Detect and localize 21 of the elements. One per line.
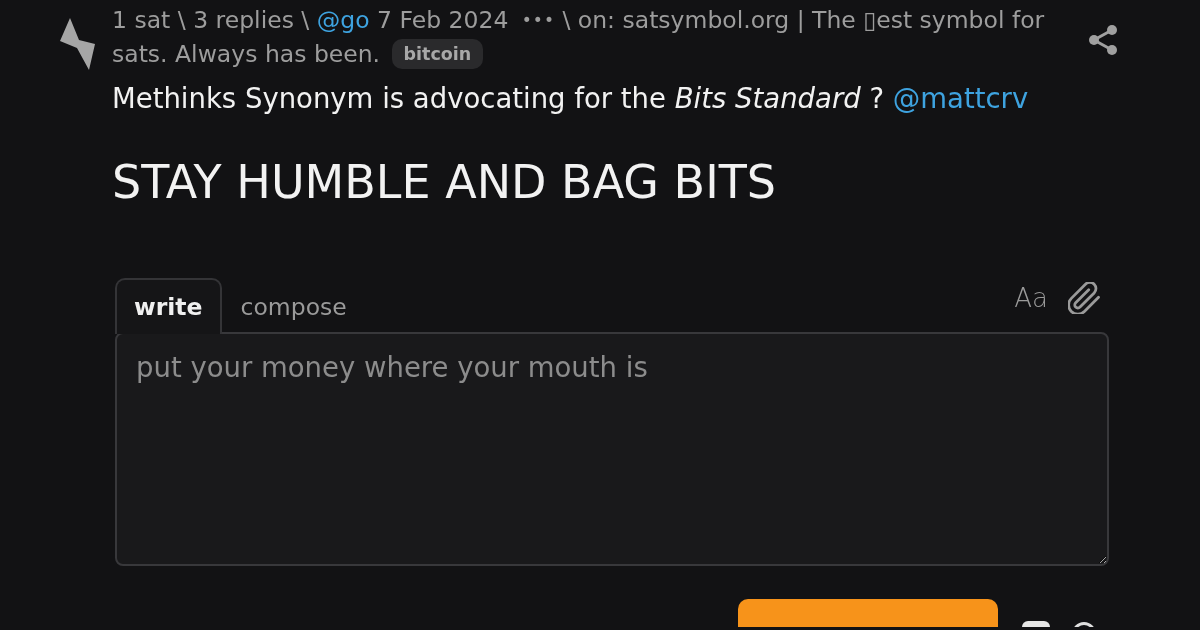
editor-tab[interactable]: compose xyxy=(221,278,366,334)
lightning-icon xyxy=(60,18,95,70)
paperclip-icon[interactable] xyxy=(1068,282,1100,314)
more-menu[interactable]: ••• xyxy=(521,10,555,30)
reply-input[interactable]: put your money where your mouth is xyxy=(115,332,1109,566)
mention-link[interactable]: @mattcrv xyxy=(892,82,1029,114)
editor-tab[interactable]: write xyxy=(115,278,222,334)
share-icon[interactable] xyxy=(1088,24,1118,56)
meta-separator: \ xyxy=(301,6,310,34)
meta-text: on: satsymbol.org | The ▯est symbol for xyxy=(577,6,1045,34)
author-link[interactable]: @go xyxy=(316,6,370,34)
meta-text: 3 replies xyxy=(193,6,294,34)
format-toggle[interactable]: Aa xyxy=(1014,283,1048,313)
meta-text: 7 Feb 2024 xyxy=(377,6,509,34)
tag-badge[interactable]: bitcoin xyxy=(391,39,484,69)
post-text: Methinks Synonym is advocating for the Bits Standard ? @mattcrv xyxy=(112,81,1030,115)
meta-text: sats. Always has been. xyxy=(112,40,381,68)
meta-text: 1 sat xyxy=(112,6,171,34)
post-heading: STAY HUMBLE AND BAG BITS xyxy=(112,154,777,210)
meta-separator: \ xyxy=(177,6,186,34)
meta-separator: \ xyxy=(562,6,571,34)
